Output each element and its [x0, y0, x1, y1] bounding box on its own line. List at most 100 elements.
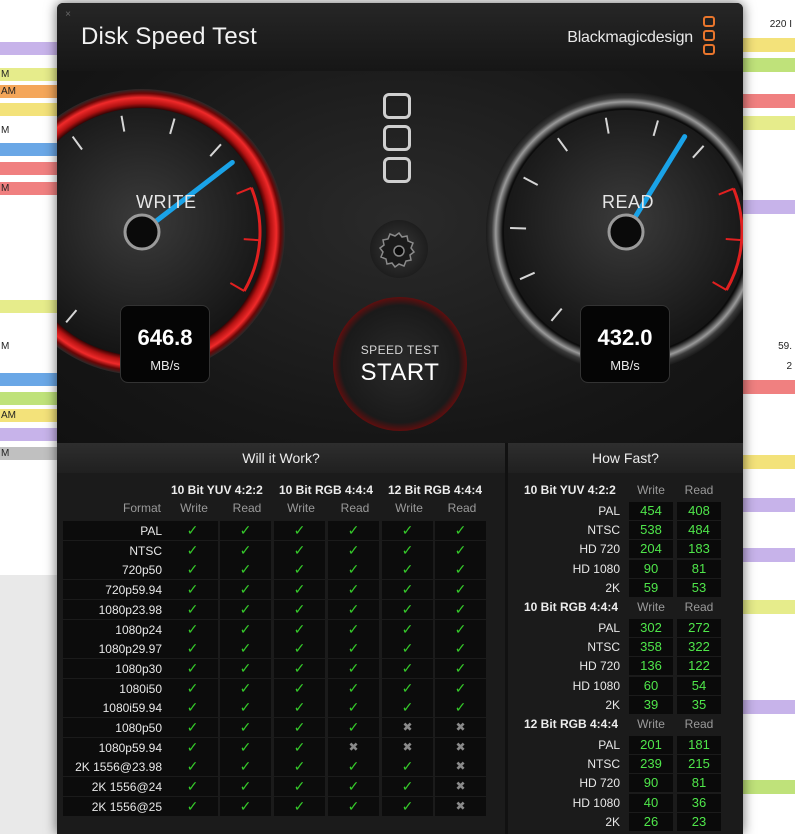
check-icon: ✓	[167, 698, 218, 718]
check-icon: ✓	[274, 540, 325, 560]
how-fast-group-title: 10 Bit YUV 4:2:2	[524, 483, 616, 497]
check-icon: ✓	[220, 796, 271, 816]
read-readout: 432.0 MB/s	[580, 305, 670, 383]
how-fast-read-value: 215	[677, 755, 721, 774]
check-icon: ✓	[274, 580, 325, 600]
bg-row	[740, 58, 795, 72]
check-icon: ✓	[167, 639, 218, 659]
format-row: 1080p24 ✓ ✓ ✓ ✓ ✓ ✓	[63, 619, 493, 640]
close-button[interactable]: ×	[63, 10, 73, 20]
will-it-work-header: Will it Work?	[57, 443, 505, 473]
how-fast-row: 2K 39 35	[508, 695, 743, 715]
how-fast-write-value: 538	[629, 521, 673, 540]
check-icon: ✓	[382, 599, 433, 619]
cross-icon: ✖	[382, 737, 433, 757]
cross-icon: ✖	[435, 737, 486, 757]
check-icon: ✓	[328, 698, 379, 718]
check-icon: ✓	[274, 619, 325, 639]
bg-row	[740, 116, 795, 130]
how-fast-row: PAL 201 181	[508, 736, 743, 755]
how-fast-read-value: 484	[677, 521, 721, 540]
check-icon: ✓	[220, 639, 271, 659]
format-label: 1080p30	[115, 661, 162, 676]
check-icon: ✓	[274, 560, 325, 580]
check-icon: ✓	[220, 658, 271, 678]
how-fast-write-value: 201	[629, 736, 673, 754]
check-icon: ✓	[274, 639, 325, 659]
settings-button[interactable]	[370, 220, 428, 278]
app-title: Disk Speed Test	[81, 23, 257, 50]
write-gauge-hub	[123, 213, 161, 251]
blackmagic-logo-icon	[703, 16, 717, 60]
check-icon: ✓	[328, 757, 379, 777]
check-icon: ✓	[328, 796, 379, 816]
how-fast-row: HD 1080 60 54	[508, 676, 743, 696]
check-icon: ✓	[382, 639, 433, 659]
read-speed-value: 432.0	[597, 325, 653, 350]
how-fast-row-label: 2K	[605, 697, 620, 712]
check-icon: ✓	[328, 658, 379, 678]
format-label: 2K 1556@24	[91, 780, 162, 795]
check-icon: ✓	[167, 718, 218, 737]
check-icon: ✓	[435, 619, 486, 639]
format-row: 1080p50 ✓ ✓ ✓ ✓ ✖ ✖	[63, 718, 493, 738]
drive-stack-icon[interactable]	[383, 93, 415, 191]
how-fast-row-label: HD 720	[579, 659, 620, 674]
write-column-header: Write	[637, 483, 665, 497]
how-fast-row-label: PAL	[598, 738, 620, 752]
bg-row	[740, 600, 795, 614]
check-icon: ✓	[382, 658, 433, 678]
how-fast-write-value: 136	[629, 657, 673, 676]
how-fast-row: HD 1080 40 36	[508, 793, 743, 813]
check-icon: ✓	[274, 698, 325, 718]
how-fast-read-value: 35	[677, 695, 721, 714]
write-speed-unit: MB/s	[150, 358, 180, 373]
check-icon: ✓	[167, 796, 218, 816]
how-fast-row: HD 720 136 122	[508, 657, 743, 676]
read-speed-unit: MB/s	[610, 358, 640, 373]
how-fast-write-value: 40	[629, 793, 673, 812]
write-column-header: Write	[637, 717, 665, 731]
gear-icon	[378, 231, 416, 269]
format-label: NTSC	[129, 543, 162, 558]
format-row: 1080p30 ✓ ✓ ✓ ✓ ✓ ✓	[63, 658, 493, 679]
how-fast-read-value: 181	[677, 736, 721, 754]
check-icon: ✓	[328, 718, 379, 737]
check-icon: ✓	[274, 521, 325, 540]
how-fast-read-value: 23	[677, 812, 721, 831]
check-icon: ✓	[328, 777, 379, 797]
how-fast-read-value: 36	[677, 793, 721, 812]
write-gauge-label: WRITE	[136, 192, 197, 212]
will-it-work-panel: Will it Work? 10 Bit YUV 4:2:2 10 Bit RG…	[57, 443, 505, 834]
format-label: 1080p23.98	[98, 602, 162, 617]
check-icon: ✓	[167, 521, 218, 540]
check-icon: ✓	[220, 580, 271, 600]
how-fast-row-label: HD 720	[579, 542, 620, 557]
check-icon: ✓	[382, 521, 433, 540]
bg-row	[740, 548, 795, 562]
brand-name: Blackmagicdesign	[567, 29, 693, 46]
check-icon: ✓	[167, 678, 218, 698]
how-fast-write-value: 90	[629, 774, 673, 793]
format-row: NTSC ✓ ✓ ✓ ✓ ✓ ✓	[63, 540, 493, 561]
check-icon: ✓	[328, 599, 379, 619]
check-icon: ✓	[167, 757, 218, 777]
how-fast-read-value: 81	[677, 774, 721, 793]
format-row: 1080p59.94 ✓ ✓ ✓ ✖ ✖ ✖	[63, 737, 493, 758]
how-fast-row-label: HD 1080	[572, 678, 620, 693]
how-fast-write-value: 26	[629, 812, 673, 831]
read-column-header: Read	[447, 501, 477, 515]
check-icon: ✓	[220, 560, 271, 580]
gauge-tick	[725, 237, 742, 242]
check-icon: ✓	[220, 619, 271, 639]
format-label: 1080p29.97	[98, 642, 162, 657]
check-icon: ✓	[382, 678, 433, 698]
cross-icon: ✖	[435, 718, 486, 737]
how-fast-row: NTSC 239 215	[508, 755, 743, 774]
format-row: 2K 1556@24 ✓ ✓ ✓ ✓ ✓ ✖	[63, 777, 493, 797]
format-label: 2K 1556@25	[91, 799, 162, 814]
start-button[interactable]: SPEED TEST START	[333, 297, 467, 431]
read-column-header: Read	[232, 501, 262, 515]
title-bar[interactable]: × Disk Speed Test Blackmagicdesign	[57, 3, 743, 71]
how-fast-write-value: 60	[629, 676, 673, 695]
